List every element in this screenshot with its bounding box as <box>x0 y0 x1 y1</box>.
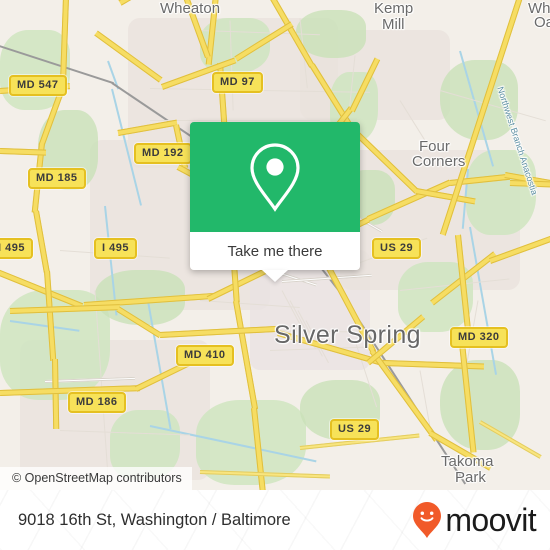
place-label-kemp: Kemp <box>374 0 414 17</box>
shield-md-186[interactable]: MD 186 <box>68 392 126 413</box>
shield-md-97[interactable]: MD 97 <box>212 72 263 93</box>
place-label-takoma: Takoma <box>441 453 494 470</box>
shield-md-410[interactable]: MD 410 <box>176 345 234 366</box>
address-title: 9018 16th St, Washington / Baltimore <box>18 510 291 529</box>
callout-pointer-tail <box>262 270 288 282</box>
shield-i-495[interactable]: I 495 <box>94 238 137 259</box>
highway-md185 <box>33 210 50 273</box>
take-me-there-button[interactable]: Take me there <box>190 232 360 270</box>
map-pin-icon <box>250 143 300 212</box>
highway-md547 <box>0 148 47 156</box>
callout-header <box>190 122 360 232</box>
place-label-park: Park <box>455 469 486 486</box>
shield-us-29-north[interactable]: US 29 <box>372 238 422 259</box>
map-callout-card[interactable]: Take me there <box>190 122 360 282</box>
moovit-brand[interactable]: moovit <box>412 501 537 539</box>
footer-bar: 9018 16th St, Washington / Baltimore moo… <box>0 490 550 550</box>
shield-i-495-west[interactable]: I 495 <box>0 238 33 259</box>
place-label-white-oak-2: Oa <box>534 14 550 31</box>
place-label-wheaton: Wheaton <box>160 0 221 17</box>
place-label-corners: Corners <box>412 153 466 170</box>
shield-md-192[interactable]: MD 192 <box>134 143 192 164</box>
moovit-wordmark: moovit <box>445 501 536 538</box>
shield-md-320[interactable]: MD 320 <box>450 327 508 348</box>
shield-us-29[interactable]: US 29 <box>330 419 380 440</box>
screen-root: Wheaton Kemp Mill Wh Oa Four Corners Sil… <box>0 0 550 550</box>
shield-md-185[interactable]: MD 185 <box>28 168 86 189</box>
map-attribution[interactable]: © OpenStreetMap contributors <box>0 467 192 490</box>
moovit-smiley-pin-icon <box>413 502 442 538</box>
place-label-mill: Mill <box>382 16 405 33</box>
shield-md-547[interactable]: MD 547 <box>9 75 67 96</box>
place-label-silver-spring: Silver Spring <box>274 321 421 349</box>
